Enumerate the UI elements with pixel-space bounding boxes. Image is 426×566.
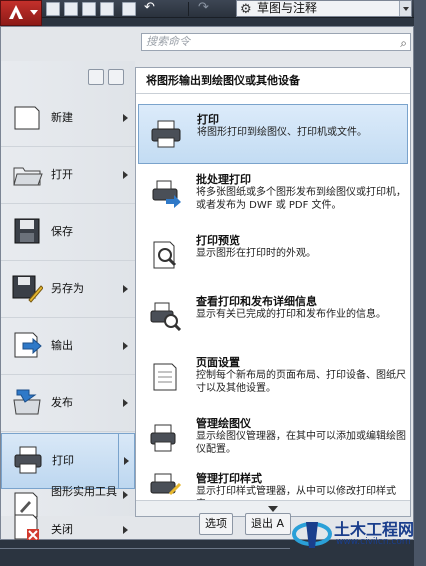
option-desc: 显示图形在打印时的外观。 [196,248,316,259]
open-folder-icon [13,167,43,186]
menu-item-label: 另存为 [51,282,84,295]
autocad-logo-icon [9,5,23,19]
option-batch-plot[interactable]: 批处理打印 将多张图纸或多个图形发布到绘图仪或打印机，或者发布为 DWF 或 P… [138,165,408,225]
workspace-switcher[interactable]: ⚙ 草图与注释 [236,0,412,17]
menu-item-export[interactable]: 输出 [1,319,135,375]
option-desc: 将多张图纸或多个图形发布到绘图仪或打印机，或者发布为 DWF 或 PDF 文件。 [196,187,406,211]
page-setup-icon [153,363,177,391]
print-submenu: 将图形输出到绘图仪或其他设备 打印 将图形打印到绘图仪、打印机或文件。 批处理打… [135,67,411,517]
application-menu: 搜索命令 ⌕ 新建 打开 保存 另存为 输出 发布 打印 图形实用工具 关闭 将… [0,26,414,541]
command-list: 新建 打开 保存 另存为 输出 发布 打印 图形实用工具 [1,61,135,518]
menu-item-label: 关闭 [51,523,73,536]
open-documents-icon[interactable] [108,69,124,85]
menu-item-label: 图形实用工具 [51,485,117,498]
open-icon[interactable] [64,2,78,16]
menu-item-label: 打开 [51,168,73,181]
new-icon[interactable] [46,2,60,16]
save-icon[interactable] [82,2,96,16]
option-desc: 显示打印样式管理器，从中可以修改打印样式表。 [196,486,396,500]
separator [188,2,189,16]
option-title: 打印 [197,113,219,126]
option-manage-plotters[interactable]: 管理绘图仪 显示绘图仪管理器，在其中可以添加或编辑绘图仪配置。 [138,409,408,469]
save-disk-icon [14,218,40,244]
printer-icon [151,120,181,148]
site-logo: 土木工程网 www.civilcn.com [290,512,422,556]
chevron-right-icon [123,285,128,293]
chevron-down-icon[interactable] [399,1,411,16]
menu-item-label: 打印 [52,454,74,467]
logo-mark-icon [292,522,332,548]
option-title: 查看打印和发布详细信息 [196,295,317,308]
plot-details-icon [150,302,182,331]
search-icon[interactable]: ⌕ [400,35,407,51]
option-title: 管理打印样式 [196,472,262,485]
search-input[interactable]: 搜索命令 ⌕ [141,33,411,51]
options-button[interactable]: 选项 [199,513,233,535]
chevron-right-icon [123,491,128,499]
logo-url: www.civilcn.com [336,537,411,547]
redo-icon[interactable]: ↷ [198,1,212,16]
undo-icon[interactable]: ↶ [144,1,158,16]
option-page-setup[interactable]: 页面设置 控制每个新布局的页面布局、打印设备、图纸尺寸以及其他设置。 [138,348,408,408]
menu-item-publish[interactable]: 发布 [1,376,135,432]
menu-item-save[interactable]: 保存 [1,205,135,261]
option-title: 批处理打印 [196,173,251,186]
option-desc: 控制每个新布局的页面布局、打印设备、图纸尺寸以及其他设置。 [196,370,406,394]
plot-icon[interactable] [122,2,136,16]
window-edge [414,0,426,566]
chevron-right-icon [123,342,128,350]
application-button[interactable] [0,0,42,26]
option-desc: 显示绘图仪管理器，在其中可以添加或编辑绘图仪配置。 [196,431,406,455]
search-placeholder: 搜索命令 [146,35,190,48]
chevron-right-icon [124,457,129,465]
new-doc-icon [14,106,40,130]
option-print[interactable]: 打印 将图形打印到绘图仪、打印机或文件。 [138,104,408,164]
option-title: 页面设置 [196,356,240,369]
menu-item-label: 输出 [51,339,73,352]
menu-item-label: 发布 [51,396,73,409]
plotter-manager-icon [150,424,176,452]
recent-documents-icon[interactable] [88,69,104,85]
chevron-right-icon [123,114,128,122]
gear-icon: ⚙ [240,2,252,17]
workspace-label: 草图与注释 [257,1,318,15]
quick-access-toolbar: ↶ ↷ ⚙ 草图与注释 [0,0,426,18]
exit-button[interactable]: 退出 A [245,513,291,535]
menu-item-label: 保存 [51,225,73,238]
option-desc: 将图形打印到绘图仪、打印机或文件。 [197,127,367,138]
export-icon [14,332,42,358]
save-as-icon [12,275,43,303]
option-plot-preview[interactable]: 打印预览 显示图形在打印时的外观。 [138,226,408,286]
menu-item-save-as[interactable]: 另存为 [1,262,135,318]
option-desc: 显示有关已完成的打印和发布作业的信息。 [196,309,386,320]
chevron-right-icon [123,526,128,534]
close-doc-icon [14,514,39,541]
chevron-down-icon [30,10,38,15]
batch-plot-icon [152,180,181,208]
chevron-right-icon [123,171,128,179]
divider [0,548,290,549]
menu-item-open[interactable]: 打开 [1,148,135,204]
option-plot-details[interactable]: 查看打印和发布详细信息 显示有关已完成的打印和发布作业的信息。 [138,287,408,347]
menu-item-new[interactable]: 新建 [1,91,135,147]
plot-style-icon [150,473,182,496]
preview-icon [153,241,177,269]
panel-title: 将图形输出到绘图仪或其他设备 [136,68,410,94]
menu-item-label: 新建 [51,111,73,124]
option-manage-plot-styles[interactable]: 管理打印样式 显示打印样式管理器，从中可以修改打印样式表。 [138,464,408,500]
printer-icon [14,446,42,474]
option-title: 管理绘图仪 [196,417,251,430]
option-title: 打印预览 [196,234,240,247]
menu-item-print[interactable]: 打印 [1,433,135,489]
save-as-icon[interactable] [100,2,114,16]
publish-icon [13,389,41,415]
chevron-right-icon [123,399,128,407]
